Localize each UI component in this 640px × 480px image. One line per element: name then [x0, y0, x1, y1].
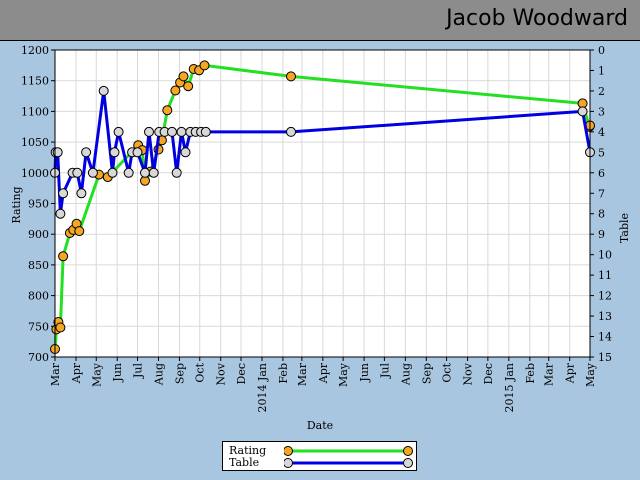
x-tick-label: Mar: [543, 362, 556, 386]
data-point-table: [76, 188, 87, 199]
x-tick-label: Jul: [378, 363, 391, 379]
x-axis-title: Date: [307, 419, 333, 432]
left-tick-label: 750: [28, 320, 49, 333]
left-tick-label: 1150: [21, 75, 49, 88]
data-point-rating: [178, 71, 189, 82]
data-point-table: [176, 126, 187, 137]
left-tick-label: 900: [28, 228, 49, 241]
x-tick-label: Nov: [215, 362, 228, 385]
data-point-table: [167, 126, 177, 137]
right-tick-label: 2: [598, 85, 605, 98]
x-tick-label: Sep: [173, 363, 186, 384]
x-tick-label: May: [337, 362, 350, 387]
right-tick-label: 9: [598, 228, 605, 241]
data-point-table: [171, 167, 182, 178]
data-point-table: [577, 106, 588, 117]
data-point-rating: [55, 322, 66, 333]
data-point-table: [72, 167, 83, 178]
data-point-rating: [183, 81, 194, 92]
right-axis: 0123456789101112131415: [590, 44, 612, 364]
data-point-table: [87, 167, 98, 178]
x-tick-label: Feb: [524, 363, 537, 384]
right-tick-label: 11: [598, 269, 612, 282]
x-tick-label: 2014 Jan: [256, 363, 269, 413]
data-point-table: [109, 147, 120, 158]
chart-legend: Rating Table: [222, 441, 417, 471]
x-tick-label: Dec: [482, 363, 495, 385]
x-tick-label: Sep: [420, 363, 433, 384]
x-tick-label: Nov: [462, 362, 475, 385]
x-tick-label: 2015 Jan: [503, 363, 516, 413]
x-tick-label: Mar: [296, 362, 309, 386]
right-tick-label: 15: [598, 351, 612, 364]
legend-swatch-table: [284, 458, 413, 468]
x-tick-label: Aug: [399, 363, 412, 386]
data-point-table: [107, 167, 118, 178]
left-tick-label: 1000: [21, 167, 49, 180]
data-point-table: [180, 147, 191, 158]
data-point-table: [81, 147, 92, 158]
left-tick-label: 1100: [21, 105, 49, 118]
data-point-table: [113, 126, 124, 137]
right-tick-label: 6: [598, 167, 605, 180]
left-tick-label: 1200: [21, 44, 49, 57]
right-tick-label: 5: [598, 146, 605, 159]
data-point-table: [148, 167, 159, 178]
left-tick-label: 800: [28, 290, 49, 303]
x-tick-label: May: [584, 362, 597, 387]
data-point-rating: [162, 105, 173, 116]
left-tick-label: 950: [28, 198, 49, 211]
data-point-table: [123, 167, 134, 178]
x-tick-label: Oct: [194, 362, 207, 382]
x-axis: Mar Apr May Jun Jul Aug Sep Oct Nov Dec 2014 Jan Fe…: [49, 357, 597, 413]
x-tick-label: Jul: [132, 363, 145, 379]
x-tick-label: Apr: [317, 362, 330, 384]
y-axis-left-title: Rating: [10, 186, 23, 223]
x-tick-label: Mar: [49, 362, 62, 386]
left-axis: 700 750 800 850 900 950 1000 1050 1100 1150 1200: [21, 44, 55, 364]
left-tick-label: 700: [28, 351, 49, 364]
right-tick-label: 8: [598, 208, 605, 221]
right-tick-label: 13: [598, 310, 612, 323]
data-point-table: [200, 126, 211, 137]
x-tick-label: Oct: [441, 362, 454, 382]
right-tick-label: 3: [598, 105, 605, 118]
data-point-rating: [199, 60, 210, 71]
left-tick-label: 1050: [21, 136, 49, 149]
x-tick-label: Jun: [111, 363, 124, 383]
right-tick-label: 7: [598, 187, 605, 200]
data-point-table: [55, 208, 66, 219]
data-point-table: [58, 188, 69, 199]
data-point-rating: [170, 85, 181, 96]
data-point-rating: [74, 226, 85, 237]
x-tick-label: Dec: [235, 363, 248, 385]
x-tick-label: May: [90, 362, 103, 387]
data-point-rating: [58, 251, 69, 262]
rating-table-chart: 700 750 800 850 900 950 1000 1050 1100 1150 1200 0…: [10, 44, 631, 432]
x-tick-label: Feb: [277, 363, 290, 384]
right-tick-label: 1: [598, 64, 605, 77]
right-tick-label: 12: [598, 290, 612, 303]
right-tick-label: 0: [598, 44, 605, 57]
data-point-table: [286, 126, 296, 137]
data-point-rating: [286, 71, 296, 82]
data-point-table: [144, 126, 154, 137]
right-tick-label: 14: [598, 331, 612, 344]
x-tick-label: Apr: [564, 362, 577, 384]
right-tick-label: 10: [598, 249, 612, 262]
data-point-table: [98, 85, 109, 96]
left-tick-label: 850: [28, 259, 49, 272]
x-tick-label: Aug: [152, 363, 165, 386]
right-tick-label: 4: [598, 126, 605, 139]
data-point-table: [132, 147, 143, 158]
x-tick-label: Jun: [358, 363, 371, 383]
data-point-table: [140, 167, 150, 178]
x-tick-label: Apr: [70, 362, 83, 384]
y-axis-right-title: Table: [618, 213, 631, 243]
legend-label-table: Table: [229, 456, 260, 469]
